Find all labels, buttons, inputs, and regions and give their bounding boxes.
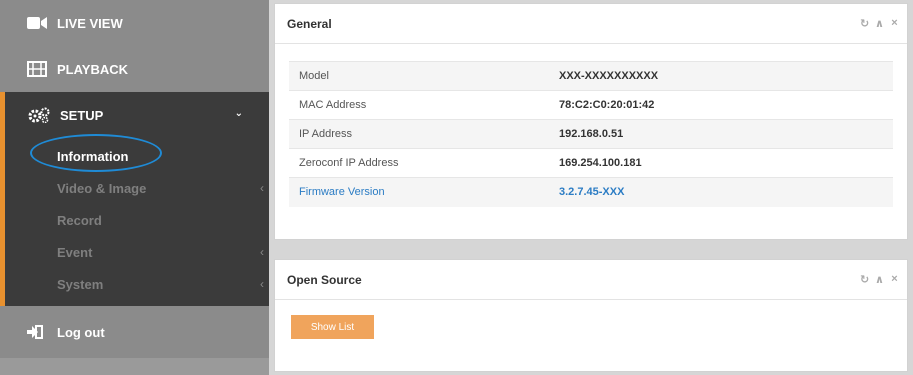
- nav-playback-label: PLAYBACK: [57, 61, 129, 77]
- row-value: 192.168.0.51: [559, 119, 893, 149]
- sidebar-item-label: Record: [57, 212, 102, 228]
- chevron-left-icon: ‹: [260, 181, 264, 195]
- general-panel-header: General ↻ ∧ ×: [275, 4, 907, 44]
- open-source-panel-header: Open Source ↻ ∧ ×: [275, 260, 907, 300]
- nav-logout[interactable]: Log out: [0, 306, 269, 358]
- close-icon[interactable]: ×: [890, 273, 899, 286]
- sidebar-footer: [0, 358, 269, 375]
- logout-icon: [27, 325, 45, 339]
- panel-tools: ↻ ∧ ×: [860, 273, 899, 286]
- chevron-left-icon: ‹: [260, 245, 264, 259]
- sidebar-item-label: Video & Image: [57, 180, 147, 196]
- sidebar-item-label: System: [57, 276, 104, 292]
- general-panel: General ↻ ∧ × Model XXX-XXXXXXXXXX MAC A…: [274, 3, 908, 240]
- row-value: XXX-XXXXXXXXXX: [559, 61, 893, 91]
- info-table: Model XXX-XXXXXXXXXX MAC Address 78:C2:C…: [289, 61, 893, 207]
- chevron-left-icon: ‹: [260, 277, 264, 291]
- highlight-oval: [30, 134, 162, 172]
- sidebar-item-label: Event: [57, 244, 93, 260]
- table-row: Zeroconf IP Address 169.254.100.181: [289, 148, 893, 178]
- collapse-icon[interactable]: ∧: [875, 17, 884, 30]
- row-key: Model: [289, 61, 559, 91]
- row-value[interactable]: 3.2.7.45-XXX: [559, 177, 893, 207]
- video-camera-icon: [27, 15, 47, 31]
- close-icon[interactable]: ×: [890, 17, 899, 30]
- panel-title: Open Source: [287, 272, 362, 287]
- refresh-icon[interactable]: ↻: [860, 17, 869, 30]
- collapse-icon[interactable]: ∧: [875, 273, 884, 286]
- panel-title: General: [287, 16, 332, 31]
- nav-live-view-label: LIVE VIEW: [57, 15, 123, 31]
- row-value: 78:C2:C0:20:01:42: [559, 90, 893, 120]
- row-value: 169.254.100.181: [559, 148, 893, 178]
- row-key: Zeroconf IP Address: [289, 148, 559, 178]
- table-row: MAC Address 78:C2:C0:20:01:42: [289, 90, 893, 120]
- nav-logout-label: Log out: [57, 324, 105, 340]
- sidebar: LIVE VIEW PLAYBACK SETUP ⌄ Information V…: [0, 0, 269, 375]
- sidebar-item-video-image[interactable]: Video & Image ‹: [57, 172, 269, 204]
- row-key: IP Address: [289, 119, 559, 149]
- setup-section: SETUP ⌄ Information Video & Image ‹ Reco…: [0, 92, 269, 306]
- gears-icon: [28, 107, 50, 123]
- nav-live-view[interactable]: LIVE VIEW: [0, 0, 269, 46]
- table-row: Model XXX-XXXXXXXXXX: [289, 61, 893, 91]
- panel-tools: ↻ ∧ ×: [860, 17, 899, 30]
- nav-playback[interactable]: PLAYBACK: [0, 46, 269, 92]
- table-row: IP Address 192.168.0.51: [289, 119, 893, 149]
- nav-setup-label: SETUP: [60, 107, 104, 123]
- row-key: MAC Address: [289, 90, 559, 120]
- show-list-button[interactable]: Show List: [291, 315, 374, 339]
- nav-setup[interactable]: SETUP ⌄: [5, 92, 269, 138]
- sidebar-item-system[interactable]: System ‹: [57, 268, 269, 300]
- chevron-down-icon: ⌄: [234, 108, 243, 119]
- open-source-panel: Open Source ↻ ∧ × Show List: [274, 259, 908, 372]
- refresh-icon[interactable]: ↻: [860, 273, 869, 286]
- sidebar-item-event[interactable]: Event ‹: [57, 236, 269, 268]
- sidebar-item-record[interactable]: Record: [57, 204, 269, 236]
- row-key[interactable]: Firmware Version: [289, 177, 559, 207]
- film-icon: [27, 61, 47, 77]
- table-row-firmware[interactable]: Firmware Version 3.2.7.45-XXX: [289, 177, 893, 207]
